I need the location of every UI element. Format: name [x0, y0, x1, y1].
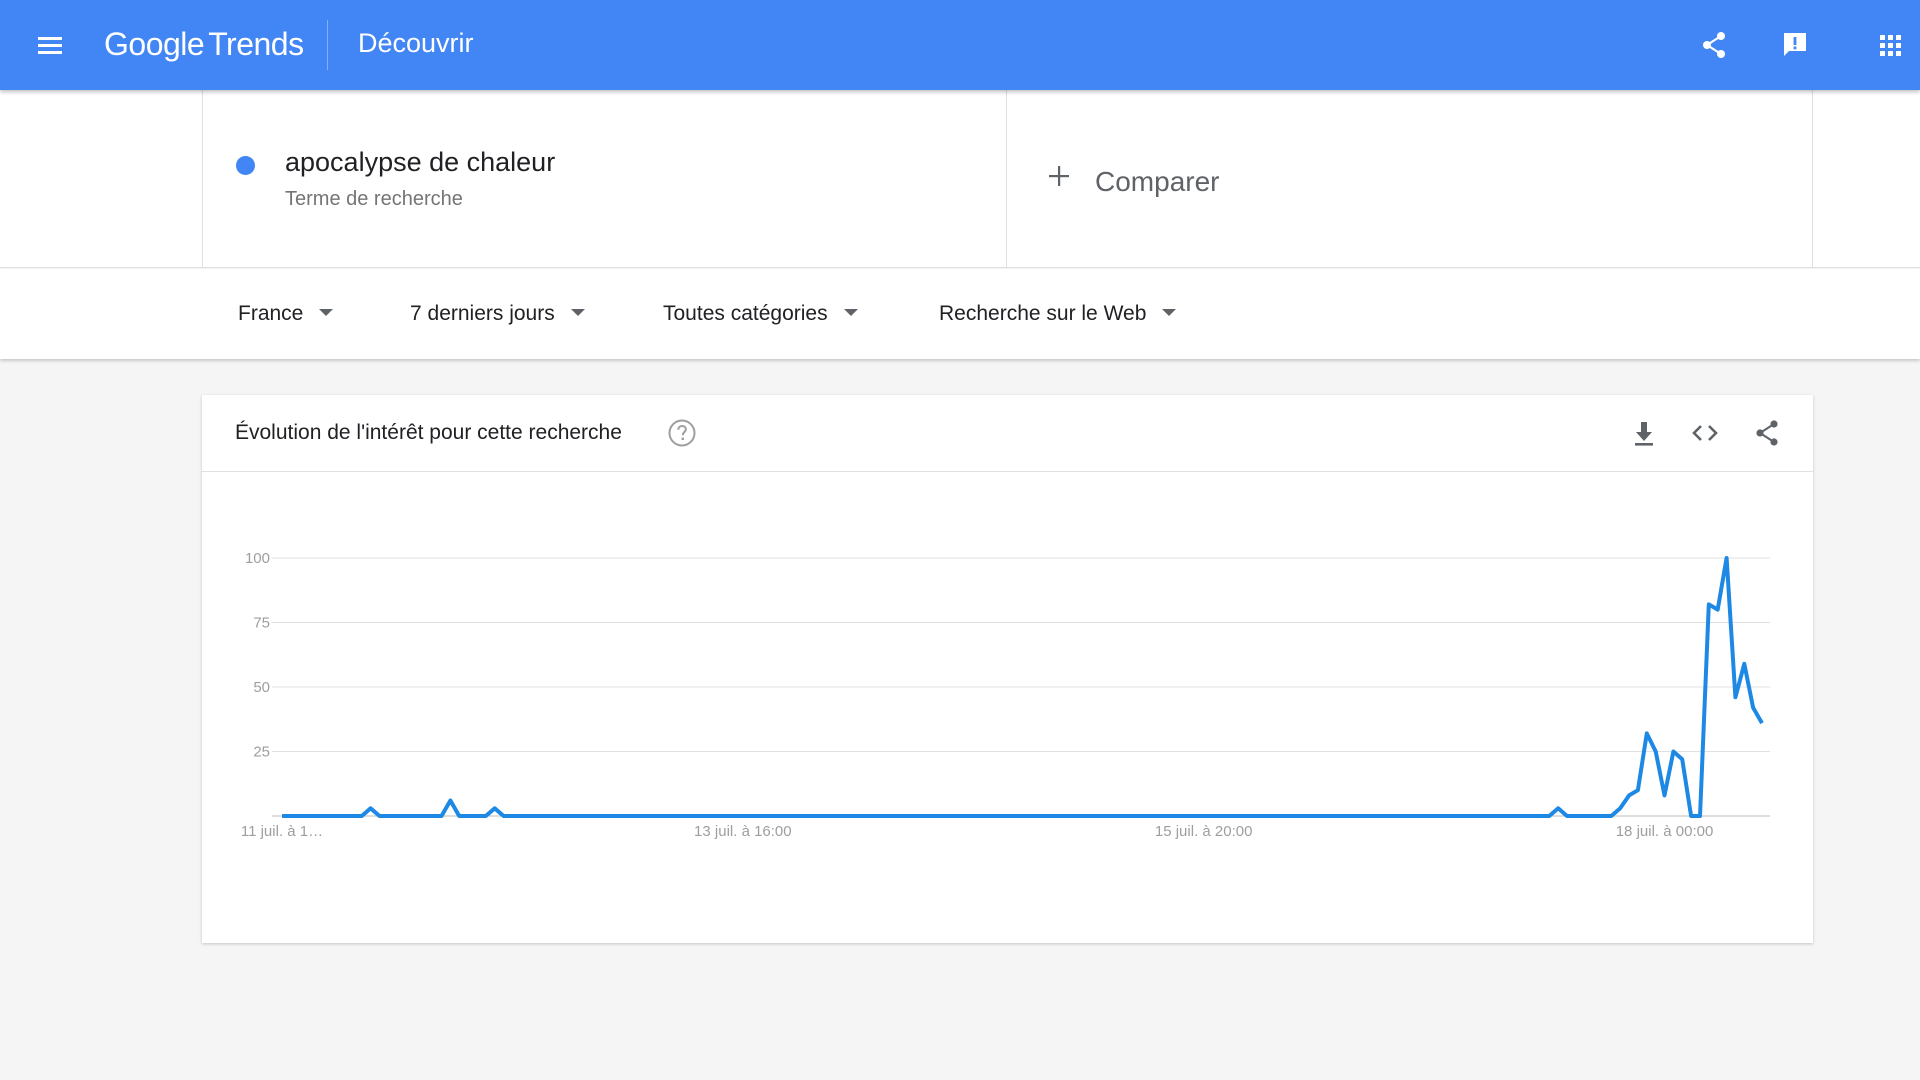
search-term-type: Terme de recherche — [285, 188, 463, 210]
card-title: Évolution de l'intérêt pour cette recher… — [235, 421, 622, 444]
y-tick-label: 50 — [253, 679, 270, 696]
caret-down-icon — [319, 308, 334, 316]
category-dropdown[interactable]: Toutes catégories — [663, 302, 858, 326]
interest-line-chart[interactable]: 25 50 75 100 11 juil. à 1… 13 juil. à 16:00 15… — [202, 472, 1813, 943]
search-terms-row: apocalypse de chaleur Terme de recherche… — [0, 90, 1920, 268]
compare-label: Comparer — [1095, 166, 1220, 197]
y-tick-label: 25 — [253, 744, 270, 761]
card-header: Évolution de l'intérêt pour cette recher… — [202, 395, 1813, 472]
search-term-name: apocalypse de chaleur — [285, 147, 556, 177]
region-dropdown[interactable]: France — [238, 302, 334, 326]
logo-trends-text: Trends — [208, 26, 304, 62]
caret-down-icon — [570, 308, 585, 316]
apps-grid-icon[interactable] — [1870, 25, 1910, 65]
compare-button[interactable]: Comparer — [1007, 90, 1813, 268]
category-label: Toutes catégories — [663, 302, 828, 325]
y-tick-label: 75 — [253, 615, 270, 632]
help-icon[interactable] — [666, 417, 698, 449]
feedback-icon[interactable] — [1775, 25, 1815, 65]
plus-icon — [1049, 166, 1069, 186]
period-dropdown[interactable]: 7 derniers jours — [410, 302, 585, 326]
share-icon[interactable] — [1694, 25, 1734, 65]
region-label: France — [238, 302, 304, 325]
term-color-dot — [236, 156, 255, 175]
download-icon[interactable] — [1626, 415, 1662, 451]
topbar-divider — [327, 20, 328, 70]
y-tick-label: 100 — [245, 550, 270, 567]
google-trends-logo[interactable]: Google Trends — [104, 26, 304, 66]
search-term-card[interactable]: apocalypse de chaleur Terme de recherche — [202, 90, 1007, 268]
interest-over-time-card: Évolution de l'intérêt pour cette recher… — [202, 395, 1813, 943]
share-icon[interactable] — [1749, 415, 1785, 451]
filter-bar: France 7 derniers jours Toutes catégorie… — [0, 269, 1920, 359]
x-tick-label: 18 juil. à 00:00 — [1616, 823, 1714, 840]
search-type-label: Recherche sur le Web — [939, 302, 1147, 325]
caret-down-icon — [1162, 308, 1177, 316]
caret-down-icon — [843, 308, 858, 316]
period-label: 7 derniers jours — [410, 302, 555, 325]
x-tick-label: 13 juil. à 16:00 — [694, 823, 792, 840]
x-tick-label: 15 juil. à 20:00 — [1155, 823, 1253, 840]
menu-icon[interactable] — [30, 25, 70, 65]
page-title: Découvrir — [358, 28, 474, 58]
top-app-bar: Google Trends Découvrir — [0, 0, 1920, 90]
x-tick-label: 11 juil. à 1… — [241, 823, 323, 840]
search-type-dropdown[interactable]: Recherche sur le Web — [939, 302, 1177, 326]
logo-google-text: Google — [104, 26, 205, 62]
embed-code-icon[interactable] — [1687, 415, 1723, 451]
